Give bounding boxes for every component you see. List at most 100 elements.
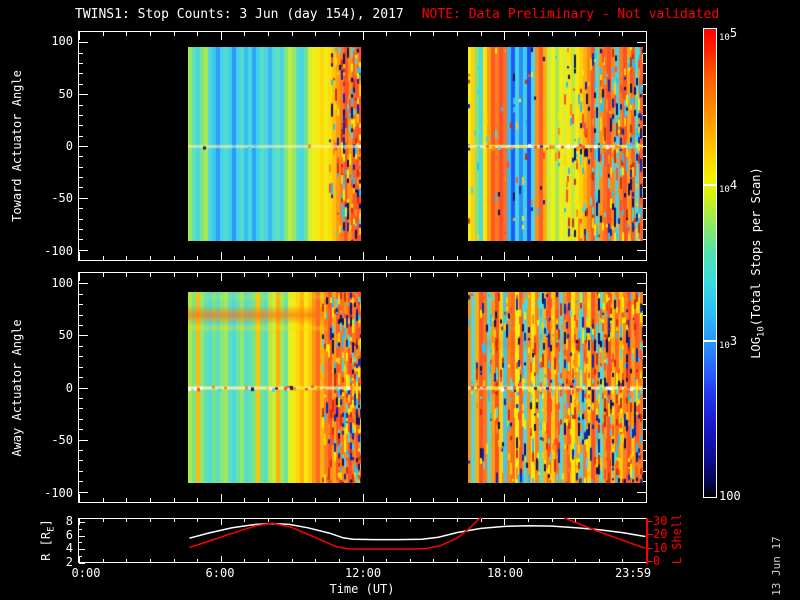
tick: [79, 494, 80, 502]
away-tick-m100: -100: [44, 486, 73, 500]
tick: [527, 32, 529, 36]
tick: [79, 63, 83, 65]
away-axis-label: Away Actuator Angle: [10, 319, 24, 457]
tick: [646, 32, 647, 40]
tick: [622, 32, 624, 36]
tick: [551, 498, 553, 502]
time-tick-1800: 18:00: [486, 566, 524, 580]
tick: [480, 256, 482, 260]
tick: [504, 32, 506, 40]
colorbar: [703, 28, 717, 498]
tick: [268, 498, 269, 502]
tick: [598, 273, 600, 277]
away-tick-0: 0: [65, 381, 73, 395]
tick: [173, 32, 175, 36]
r-tick-4: 4: [65, 541, 73, 555]
tick: [79, 470, 83, 472]
tick: [79, 335, 88, 337]
tick: [504, 252, 506, 260]
tick: [126, 273, 128, 277]
tick: [409, 32, 411, 36]
colorbar-tick-label-1e3: 103: [719, 334, 738, 351]
tick: [598, 498, 600, 502]
tick: [79, 73, 83, 75]
time-tick-1200: 12:00: [344, 566, 382, 580]
lshell-tick-20: 20: [653, 527, 668, 541]
tick: [197, 498, 199, 502]
tick: [648, 520, 653, 522]
tick: [551, 32, 553, 36]
r-axis-label: R [RE]: [39, 519, 57, 561]
tick: [173, 498, 175, 502]
tick: [362, 273, 364, 281]
tick: [338, 273, 340, 277]
tick: [79, 32, 80, 40]
colorbar-tick-label-1e5: 105: [719, 26, 738, 43]
time-tick-0600: 6:00: [205, 566, 235, 580]
tick: [648, 561, 653, 562]
heatmap-toward-block2: [468, 47, 643, 241]
tick: [480, 498, 482, 502]
tick: [646, 273, 647, 281]
tick: [551, 273, 553, 277]
heatmap-toward-block1: [188, 47, 361, 241]
colorbar-tick-label-100: 100: [719, 489, 741, 503]
tick: [79, 460, 83, 462]
tick: [622, 498, 624, 502]
tick: [646, 252, 647, 260]
tick: [79, 146, 88, 147]
tick: [197, 273, 199, 277]
tick: [637, 283, 646, 285]
tick: [457, 498, 458, 502]
tick: [102, 498, 104, 502]
tick: [433, 256, 435, 260]
tick: [79, 52, 83, 54]
tick: [79, 218, 83, 220]
tick: [637, 491, 646, 493]
tick: [338, 256, 340, 260]
colorbar-label: LOG10(Total Stops per Scan): [749, 167, 767, 359]
tick: [79, 239, 83, 241]
tick: [433, 32, 435, 36]
tick: [409, 498, 411, 502]
tick: [220, 273, 222, 281]
tick: [291, 256, 293, 260]
heatmap-away-block2: [468, 292, 643, 483]
tick: [315, 498, 317, 502]
tick: [220, 32, 222, 40]
tick: [575, 256, 577, 260]
tick: [79, 166, 83, 168]
tick: [598, 256, 600, 260]
tick: [149, 498, 151, 502]
tick: [79, 304, 83, 306]
tick: [220, 252, 222, 260]
tick: [197, 32, 199, 36]
lshell-curve-seg1: [189, 517, 483, 550]
tick: [79, 42, 88, 44]
tick: [575, 498, 577, 502]
tick: [637, 249, 646, 251]
tick: [197, 256, 199, 260]
tick: [79, 429, 83, 431]
tick: [598, 32, 600, 36]
lshell-tick-10: 10: [653, 541, 668, 555]
tick: [79, 283, 88, 285]
tick: [244, 498, 246, 502]
tick: [79, 156, 83, 158]
tick: [338, 498, 340, 502]
tick: [79, 449, 83, 451]
tick: [386, 32, 388, 36]
tick: [79, 397, 83, 399]
tick: [173, 273, 175, 277]
tick: [173, 256, 175, 260]
tick: [244, 256, 246, 260]
tick: [79, 314, 83, 316]
time-tick-0000: 0:00: [71, 566, 101, 580]
tick: [622, 273, 624, 277]
tick: [362, 32, 364, 40]
tick: [79, 135, 83, 137]
tick: [268, 256, 269, 260]
tick: [79, 439, 88, 441]
tick: [268, 32, 269, 36]
tick: [79, 104, 83, 106]
